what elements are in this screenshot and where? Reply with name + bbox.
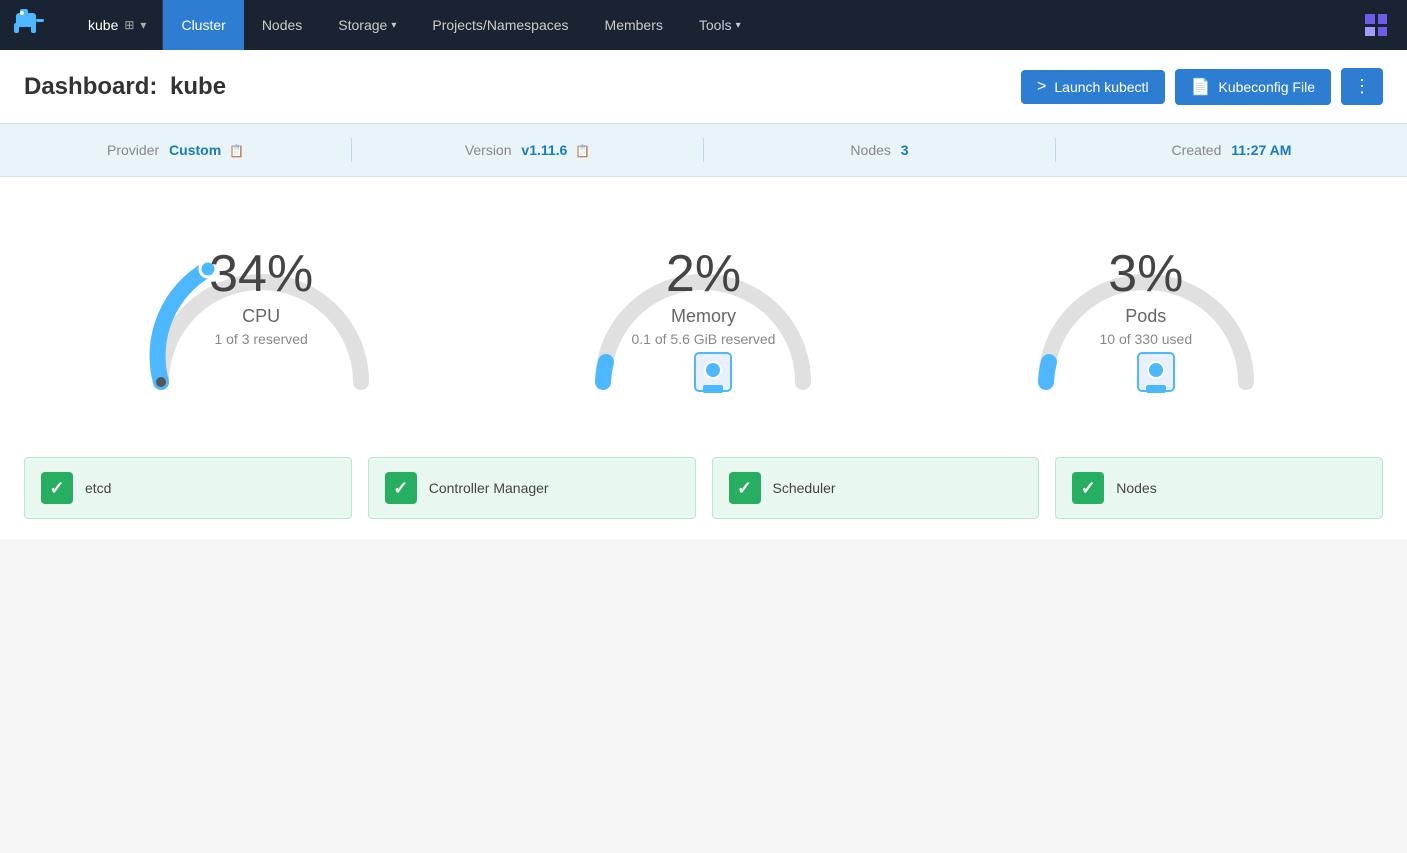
- nodes-label: Nodes: [850, 142, 890, 158]
- status-bar: ✓ etcd ✓ Controller Manager ✓ Scheduler …: [0, 437, 1407, 539]
- scheduler-label: Scheduler: [773, 480, 836, 496]
- provider-copy-icon[interactable]: 📋: [229, 144, 244, 158]
- terminal-icon: >: [1037, 78, 1046, 96]
- gauges-section: 34% CPU 1 of 3 reserved 2%: [0, 177, 1407, 437]
- launch-kubectl-button[interactable]: > Launch kubectl: [1021, 70, 1165, 104]
- memory-gauge-container: 2% Memory 0.1 of 5.6 GiB reserved: [553, 207, 853, 407]
- info-bar: Provider Custom 📋 Version v1.11.6 📋 Node…: [0, 124, 1407, 177]
- info-version: Version v1.11.6 📋: [352, 138, 704, 162]
- page-title-prefix: Dashboard:: [24, 73, 157, 100]
- cluster-name: kube: [88, 17, 118, 33]
- navbar: kube ⊞ ▾ Cluster Nodes Storage ▾ Project…: [0, 0, 1407, 50]
- provider-label: Provider: [107, 142, 159, 158]
- nav-tools[interactable]: Tools ▾: [681, 0, 759, 50]
- status-scheduler: ✓ Scheduler: [712, 457, 1040, 519]
- cluster-icon: ⊞: [124, 18, 134, 32]
- page-title: Dashboard: kube: [24, 73, 226, 101]
- pods-gauge-center: 3% Pods 10 of 330 used: [1099, 248, 1192, 347]
- nav-links: Cluster Nodes Storage ▾ Projects/Namespa…: [163, 0, 1353, 50]
- more-icon: ⋮: [1353, 76, 1371, 96]
- version-copy-icon[interactable]: 📋: [575, 144, 590, 158]
- navbar-right: [1353, 0, 1407, 50]
- nodes-check-icon: ✓: [1072, 472, 1104, 504]
- etcd-label: etcd: [85, 480, 111, 496]
- storage-chevron-icon: ▾: [391, 20, 396, 31]
- nav-storage[interactable]: Storage ▾: [320, 0, 414, 50]
- memory-sublabel: 0.1 of 5.6 GiB reserved: [632, 331, 776, 347]
- cluster-selector[interactable]: kube ⊞ ▾: [72, 0, 163, 50]
- cluster-chevron-icon: ▾: [140, 18, 146, 32]
- nodes-status-label: Nodes: [1116, 480, 1156, 496]
- kubeconfig-file-button[interactable]: 📄 Kubeconfig File: [1175, 69, 1331, 105]
- controller-manager-label: Controller Manager: [429, 480, 549, 496]
- status-controller-manager: ✓ Controller Manager: [368, 457, 696, 519]
- nav-nodes[interactable]: Nodes: [244, 0, 320, 50]
- created-label: Created: [1172, 142, 1222, 158]
- memory-gauge-center: 2% Memory 0.1 of 5.6 GiB reserved: [632, 248, 776, 347]
- grid-icon: [1365, 14, 1387, 36]
- pods-percent: 3%: [1099, 248, 1192, 300]
- nav-members[interactable]: Members: [587, 0, 681, 50]
- cpu-label: CPU: [209, 306, 313, 327]
- brand: [0, 0, 72, 50]
- memory-percent: 2%: [632, 248, 776, 300]
- pods-sublabel: 10 of 330 used: [1099, 331, 1192, 347]
- memory-label: Memory: [632, 306, 776, 327]
- created-value: 11:27 AM: [1231, 142, 1291, 158]
- info-created: Created 11:27 AM: [1056, 138, 1407, 162]
- nav-cluster[interactable]: Cluster: [163, 0, 243, 50]
- brand-icon: [14, 5, 58, 46]
- memory-gauge-wrapper: 2% Memory 0.1 of 5.6 GiB reserved: [573, 207, 833, 407]
- more-actions-button[interactable]: ⋮: [1341, 68, 1383, 105]
- info-provider: Provider Custom 📋: [0, 138, 352, 162]
- etcd-check-icon: ✓: [41, 472, 73, 504]
- cpu-sublabel: 1 of 3 reserved: [209, 331, 313, 347]
- info-nodes: Nodes 3: [704, 138, 1056, 162]
- page-title-cluster: kube: [170, 73, 226, 100]
- provider-value: Custom: [169, 142, 221, 158]
- nav-projects[interactable]: Projects/Namespaces: [414, 0, 586, 50]
- cpu-percent: 34%: [209, 248, 313, 300]
- pods-gauge-wrapper: 3% Pods 10 of 330 used: [1016, 207, 1276, 407]
- pods-gauge-container: 3% Pods 10 of 330 used: [996, 207, 1296, 407]
- status-nodes: ✓ Nodes: [1055, 457, 1383, 519]
- controller-manager-check-icon: ✓: [385, 472, 417, 504]
- cpu-gauge-container: 34% CPU 1 of 3 reserved: [111, 207, 411, 407]
- nodes-value: 3: [901, 142, 909, 158]
- cpu-gauge-wrapper: 34% CPU 1 of 3 reserved: [131, 207, 391, 407]
- pods-label: Pods: [1099, 306, 1192, 327]
- version-label: Version: [465, 142, 512, 158]
- version-value: v1.11.6: [521, 142, 567, 158]
- page-header: Dashboard: kube > Launch kubectl 📄 Kubec…: [0, 50, 1407, 124]
- tools-chevron-icon: ▾: [736, 20, 741, 31]
- scheduler-check-icon: ✓: [729, 472, 761, 504]
- file-icon: 📄: [1191, 77, 1211, 97]
- cpu-gauge-center: 34% CPU 1 of 3 reserved: [209, 248, 313, 347]
- grid-icon-button[interactable]: [1353, 0, 1399, 50]
- status-etcd: ✓ etcd: [24, 457, 352, 519]
- header-actions: > Launch kubectl 📄 Kubeconfig File ⋮: [1021, 68, 1383, 105]
